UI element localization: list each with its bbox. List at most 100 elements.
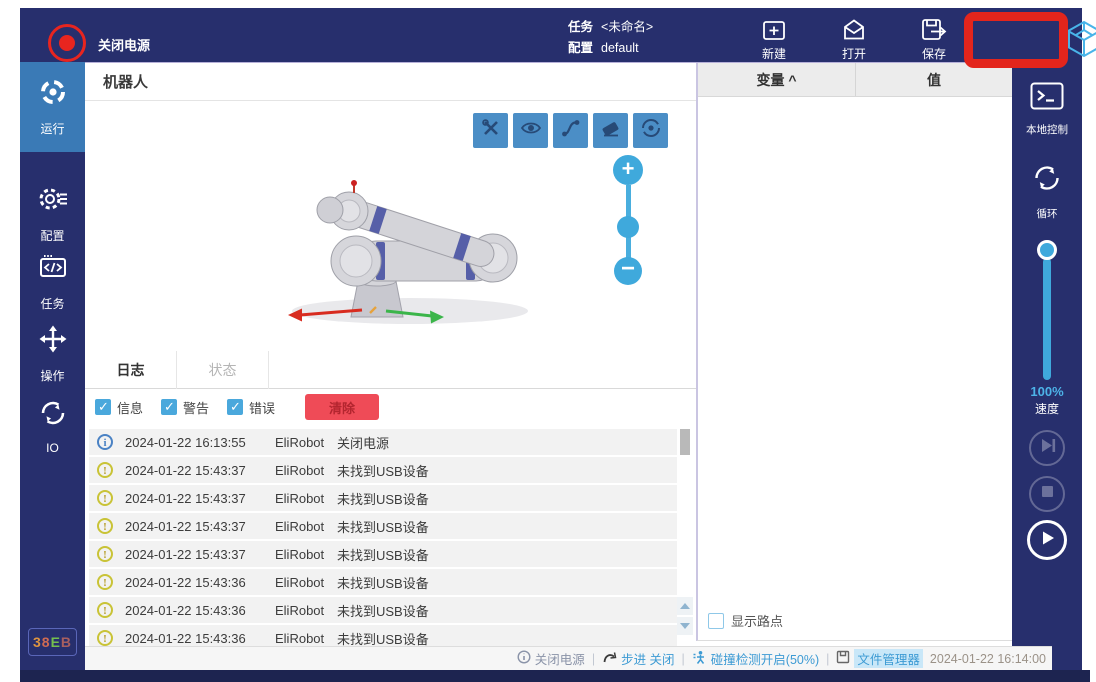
log-message: 未找到USB设备 [337, 517, 677, 536]
file-manager-icon [836, 650, 850, 667]
eye-icon [520, 117, 542, 144]
log-scroll-buttons [677, 597, 693, 637]
filter-error-checkbox[interactable] [227, 399, 243, 415]
log-time: 2024-01-22 15:43:37 [125, 491, 275, 506]
zoom-out-button[interactable]: − [614, 257, 642, 285]
save-task-button[interactable]: 保存 [908, 17, 960, 62]
separator: | [682, 652, 685, 666]
loop-icon [1031, 162, 1063, 199]
open-task-button[interactable]: 打开 [828, 17, 880, 62]
variable-column-header[interactable]: 变量 ^ [698, 63, 855, 96]
task-label: 任务 [568, 20, 593, 34]
filter-error-label: 错误 [249, 398, 275, 417]
clear-log-button[interactable]: 清除 [305, 394, 379, 420]
gear-icon [38, 184, 68, 219]
code-window-icon [38, 252, 68, 287]
log-message: 关闭电源 [337, 433, 677, 452]
filter-info-checkbox[interactable] [95, 399, 111, 415]
filter-info-label: 信息 [117, 398, 143, 417]
sidebar-item-operate[interactable]: 操作 [20, 324, 85, 384]
save-task-label: 保存 [922, 45, 946, 62]
log-row[interactable]: ! 2024-01-22 15:43:37 EliRobot 未找到USB设备 [89, 457, 677, 483]
file-manager-button[interactable]: 文件管理器 [836, 649, 923, 668]
sidebar-item-run[interactable]: 运行 [20, 62, 85, 152]
tab-status[interactable]: 状态 [177, 351, 269, 389]
zoom-control: + − [613, 155, 643, 295]
speed-slider-track[interactable] [1043, 258, 1051, 380]
separator: | [592, 652, 595, 666]
log-source: EliRobot [275, 631, 337, 646]
sidebar-item-label: 任务 [40, 295, 64, 312]
task-value: <未命名> [601, 20, 653, 34]
step-button[interactable] [1029, 430, 1065, 466]
filter-warning-label: 警告 [183, 398, 209, 417]
show-waypoints-checkbox[interactable] [708, 613, 724, 629]
move-arrows-icon [38, 324, 68, 359]
tab-log[interactable]: 日志 [85, 351, 177, 389]
log-scrollbar-thumb[interactable] [680, 429, 690, 455]
app-window: 关闭电源 任务<未命名> 配置default 新建 打开 [0, 0, 1096, 682]
log-row[interactable]: ! 2024-01-22 15:43:36 EliRobot 未找到USB设备 [89, 569, 677, 595]
reset-view-button[interactable] [633, 113, 668, 148]
log-row[interactable]: ! 2024-01-22 15:43:37 EliRobot 未找到USB设备 [89, 513, 677, 539]
right-sidebar: 本地控制 循环 100% 速度 [1012, 62, 1082, 646]
tools-icon [480, 117, 502, 144]
robot-arm-render [250, 141, 590, 346]
sidebar-item-config[interactable]: 配置 [20, 184, 85, 244]
log-message: 未找到USB设备 [337, 461, 677, 480]
separator: | [826, 652, 829, 666]
status-bar: 关闭电源 | 步进 关闭 | 碰撞检测开启(50%) | [85, 646, 1052, 670]
log-level-icon: ! [97, 602, 113, 618]
local-control-label: 本地控制 [1026, 122, 1068, 137]
log-list: i 2024-01-22 16:13:55 EliRobot 关闭电源 ! 20… [89, 429, 677, 646]
speed-slider-knob[interactable] [1037, 240, 1057, 260]
power-state: 关闭电源 [517, 649, 585, 668]
open-task-label: 打开 [842, 45, 866, 62]
zoom-in-button[interactable]: + [613, 155, 643, 185]
eraser-button[interactable] [593, 113, 628, 148]
power-button[interactable] [48, 24, 86, 62]
log-row[interactable]: ! 2024-01-22 15:43:37 EliRobot 未找到USB设备 [89, 485, 677, 511]
log-message: 未找到USB设备 [337, 545, 677, 564]
robot-panel-title: 机器人 [85, 63, 696, 101]
chevron-down-icon [680, 623, 690, 629]
speed-value: 100% [1012, 384, 1082, 399]
log-level-icon: ! [97, 518, 113, 534]
speed-slider[interactable] [1012, 240, 1082, 380]
power-button-label: 关闭电源 [98, 35, 150, 54]
log-row[interactable]: ! 2024-01-22 15:43:37 EliRobot 未找到USB设备 [89, 541, 677, 567]
log-source: EliRobot [275, 519, 337, 534]
scroll-down-button[interactable] [677, 617, 693, 635]
local-control-button[interactable]: 本地控制 [1012, 82, 1082, 137]
chevron-up-icon [680, 603, 690, 609]
config-label: 配置 [568, 41, 593, 55]
sidebar-item-task[interactable]: 任务 [20, 252, 85, 312]
loop-button[interactable]: 循环 [1012, 162, 1082, 221]
log-level-icon: i [97, 434, 113, 450]
log-time: 2024-01-22 15:43:36 [125, 603, 275, 618]
log-time: 2024-01-22 15:43:36 [125, 575, 275, 590]
log-row[interactable]: ! 2024-01-22 15:43:36 EliRobot 未找到USB设备 [89, 625, 677, 646]
power-icon [59, 35, 75, 51]
collision-detect-status[interactable]: 碰撞检测开启(50%) [692, 649, 819, 668]
reset-view-icon [640, 117, 662, 144]
log-row[interactable]: i 2024-01-22 16:13:55 EliRobot 关闭电源 [89, 429, 677, 455]
stop-button[interactable] [1029, 476, 1065, 512]
path-icon [560, 117, 582, 144]
zoom-slider-knob[interactable] [617, 216, 639, 238]
new-task-button[interactable]: 新建 [748, 17, 800, 62]
sidebar-item-label: 运行 [40, 120, 64, 137]
log-source: EliRobot [275, 603, 337, 618]
scroll-up-button[interactable] [677, 597, 693, 615]
log-filter-row: 信息 警告 错误 清除 [85, 393, 696, 421]
sidebar-item-io[interactable]: IO [20, 398, 85, 455]
log-row[interactable]: ! 2024-01-22 15:43:36 EliRobot 未找到USB设备 [89, 597, 677, 623]
filter-warning-checkbox[interactable] [161, 399, 177, 415]
play-icon [1037, 528, 1057, 553]
play-button[interactable] [1027, 520, 1067, 560]
step-mode-status[interactable]: 步进 关闭 [602, 649, 674, 668]
robot-3d-viewport[interactable]: + − [85, 101, 696, 349]
new-task-label: 新建 [762, 45, 786, 62]
speed-label: 速度 [1012, 400, 1082, 417]
variables-panel: 变量 ^ 值 显示路点 [696, 63, 1012, 641]
